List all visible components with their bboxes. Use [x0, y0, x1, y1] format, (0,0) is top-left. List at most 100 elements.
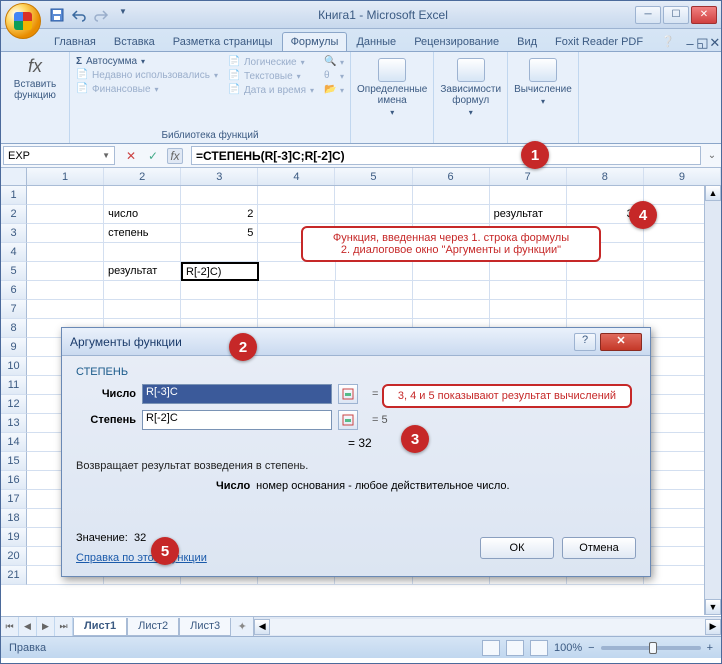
cell[interactable] — [27, 300, 104, 319]
column-header[interactable]: 7 — [490, 168, 567, 185]
cell[interactable] — [490, 300, 567, 319]
dialog-titlebar[interactable]: Аргументы функции ? ✕ — [62, 328, 650, 356]
row-header[interactable]: 12 — [1, 395, 27, 414]
row-header[interactable]: 1 — [1, 186, 27, 205]
row-header[interactable]: 16 — [1, 471, 27, 490]
hscroll-track[interactable] — [270, 619, 705, 635]
sheet-tab[interactable]: Лист2 — [127, 618, 179, 636]
cell[interactable]: R[-2]C) — [181, 262, 259, 281]
mdi-minimize-icon[interactable]: – — [684, 36, 696, 51]
cell[interactable] — [259, 262, 336, 281]
column-header[interactable]: 5 — [335, 168, 412, 185]
zoom-out-icon[interactable]: − — [588, 642, 594, 654]
row-header[interactable]: 20 — [1, 547, 27, 566]
page-break-view-icon[interactable] — [530, 640, 548, 656]
cell[interactable] — [27, 281, 104, 300]
ribbon-tab[interactable]: Foxit Reader PDF — [546, 32, 652, 51]
ribbon-tab[interactable]: Главная — [45, 32, 105, 51]
column-header[interactable]: 1 — [27, 168, 104, 185]
row-header[interactable]: 13 — [1, 414, 27, 433]
cell[interactable] — [258, 205, 335, 224]
dialog-arg-input[interactable]: R[-3]C — [142, 384, 332, 404]
sheet-tab[interactable]: Лист1 — [73, 618, 127, 636]
defined-names-button[interactable]: Определенные имена ▾ — [357, 58, 427, 117]
row-header[interactable]: 3 — [1, 224, 27, 243]
math-icon[interactable]: θ▾ — [324, 70, 344, 82]
expand-formula-bar-icon[interactable]: ⌄ — [703, 144, 721, 167]
row-header[interactable]: 17 — [1, 490, 27, 509]
cell[interactable] — [104, 243, 181, 262]
cell[interactable]: степень — [104, 224, 181, 243]
cell[interactable] — [27, 262, 104, 281]
horizontal-scrollbar[interactable]: ◀ ▶ — [253, 617, 721, 636]
zoom-in-icon[interactable]: + — [707, 642, 713, 654]
row-header[interactable]: 6 — [1, 281, 27, 300]
dialog-cancel-button[interactable]: Отмена — [562, 537, 636, 559]
row-header[interactable]: 21 — [1, 566, 27, 585]
sheet-tab[interactable]: Лист3 — [179, 618, 231, 636]
row-header[interactable]: 7 — [1, 300, 27, 319]
cell[interactable] — [490, 262, 567, 281]
cell[interactable] — [258, 300, 335, 319]
scroll-track[interactable] — [705, 201, 721, 599]
cell[interactable] — [258, 281, 335, 300]
cell[interactable]: результат — [490, 205, 567, 224]
hscroll-right-icon[interactable]: ▶ — [705, 619, 721, 635]
cell[interactable] — [336, 262, 413, 281]
row-header[interactable]: 10 — [1, 357, 27, 376]
insert-function-button[interactable]: fx Вставить функцию — [7, 56, 63, 101]
cell[interactable] — [567, 281, 644, 300]
ribbon-tab[interactable]: Разметка страницы — [164, 32, 282, 51]
row-header[interactable]: 11 — [1, 376, 27, 395]
row-header[interactable]: 18 — [1, 509, 27, 528]
cell[interactable] — [104, 186, 181, 205]
cell[interactable] — [490, 186, 567, 205]
column-header[interactable]: 8 — [567, 168, 644, 185]
ribbon-tab[interactable]: Формулы — [282, 32, 348, 51]
normal-view-icon[interactable] — [482, 640, 500, 656]
collapse-dialog-icon[interactable] — [338, 384, 358, 404]
cell[interactable] — [27, 243, 104, 262]
row-header[interactable]: 8 — [1, 319, 27, 338]
name-box[interactable]: EXP ▼ — [3, 146, 115, 165]
cell[interactable] — [335, 300, 412, 319]
redo-icon[interactable] — [93, 7, 109, 23]
close-button[interactable]: ✕ — [691, 6, 717, 24]
column-header[interactable]: 3 — [181, 168, 258, 185]
vertical-scrollbar[interactable]: ▲ ▼ — [704, 185, 721, 615]
column-header[interactable]: 4 — [258, 168, 335, 185]
dialog-ok-button[interactable]: ОК — [480, 537, 554, 559]
cell[interactable] — [335, 205, 412, 224]
column-header[interactable]: 2 — [104, 168, 181, 185]
calculation-button[interactable]: Вычисление ▾ — [514, 58, 572, 106]
row-header[interactable]: 2 — [1, 205, 27, 224]
qat-dropdown-icon[interactable]: ▼ — [115, 7, 131, 23]
formula-input[interactable]: =СТЕПЕНЬ(R[-3]C;R[-2]C) — [191, 146, 701, 165]
dialog-arg-input[interactable]: R[-2]C — [142, 410, 332, 430]
dialog-close-button[interactable]: ✕ — [600, 333, 642, 351]
cell[interactable] — [27, 224, 104, 243]
page-layout-view-icon[interactable] — [506, 640, 524, 656]
ribbon-tab[interactable]: Рецензирование — [405, 32, 508, 51]
enter-formula-icon[interactable]: ✓ — [145, 148, 161, 164]
column-header[interactable]: 9 — [644, 168, 721, 185]
library-item[interactable]: Σ Автосумма ▾ — [76, 56, 218, 67]
dialog-help-link[interactable]: Справка по этой функции — [76, 552, 207, 564]
undo-icon[interactable] — [71, 7, 87, 23]
zoom-thumb[interactable] — [649, 642, 657, 654]
help-icon[interactable]: ❔ — [652, 31, 684, 51]
row-header[interactable]: 5 — [1, 262, 27, 281]
formula-auditing-button[interactable]: Зависимости формул ▾ — [440, 58, 501, 117]
row-header[interactable]: 4 — [1, 243, 27, 262]
lookup-icon[interactable]: 🔍▾ — [324, 56, 344, 68]
cell[interactable] — [413, 281, 490, 300]
cell[interactable]: 2 — [181, 205, 258, 224]
save-icon[interactable] — [49, 7, 65, 23]
mdi-close-icon[interactable]: ✕ — [709, 35, 721, 51]
cell[interactable] — [413, 300, 490, 319]
zoom-slider[interactable] — [601, 646, 701, 650]
cell[interactable] — [413, 262, 490, 281]
cell[interactable] — [567, 262, 644, 281]
fx-button-icon[interactable]: fx — [167, 148, 183, 164]
sheet-nav-last-icon[interactable]: ⏭ — [55, 617, 73, 636]
